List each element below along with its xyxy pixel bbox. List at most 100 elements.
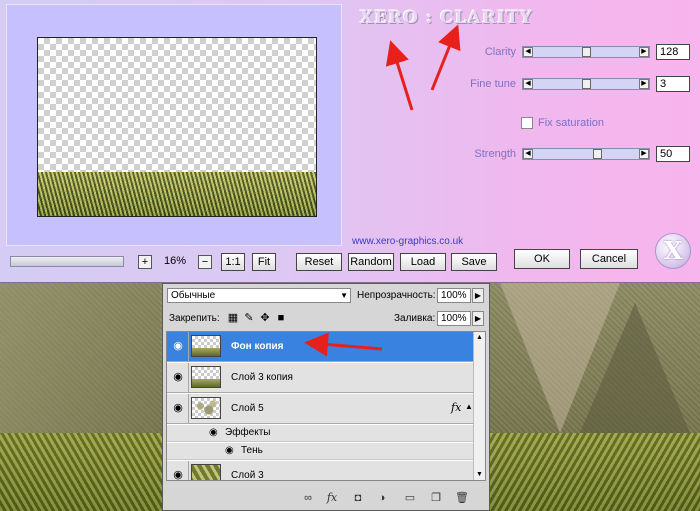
shadow-effect-label: Тень <box>241 445 263 456</box>
new-layer-icon[interactable]: ❐ <box>429 491 443 505</box>
clarity-value-input[interactable]: 128 <box>656 44 690 60</box>
fix-saturation-label: Fix saturation <box>538 117 605 129</box>
layer-thumbnail <box>191 397 221 419</box>
add-mask-icon[interactable]: ◘ <box>351 491 365 505</box>
layer-thumbnail <box>191 335 221 357</box>
layer-name: Фон копия <box>231 341 284 352</box>
slider-left-arrow-icon[interactable]: ◀ <box>523 79 533 89</box>
preview-floor-texture <box>38 172 316 216</box>
fine-tune-value-input[interactable]: 3 <box>656 76 690 92</box>
website-link[interactable]: www.xero-graphics.co.uk <box>352 236 463 247</box>
layer-name: Слой 5 <box>231 403 264 414</box>
background-beam <box>580 303 690 433</box>
fix-saturation-checkbox[interactable] <box>521 117 533 129</box>
effect-row-shadow[interactable]: ◉ Тень <box>167 443 473 460</box>
load-button[interactable]: Load <box>400 253 446 271</box>
strength-slider-thumb[interactable] <box>593 149 603 159</box>
strength-value-input[interactable]: 50 <box>656 146 690 162</box>
plugin-title: XERO : CLARITY <box>360 8 533 28</box>
background-wall <box>0 283 160 433</box>
fine-tune-slider-thumb[interactable] <box>581 79 591 89</box>
opacity-arrow-icon[interactable]: ▶ <box>472 288 484 303</box>
preview-panel <box>6 4 342 246</box>
layer-row-background-copy[interactable]: ◉ Фон копия <box>167 332 473 362</box>
trash-icon[interactable]: 🗑 <box>455 491 469 505</box>
slider-right-arrow-icon[interactable]: ▶ <box>639 149 649 159</box>
effects-row[interactable]: ◉ Эффекты <box>167 425 473 442</box>
divider <box>188 363 189 392</box>
clarity-slider-thumb[interactable] <box>581 47 591 57</box>
clarity-label: Clarity <box>484 46 516 58</box>
save-button[interactable]: Save <box>451 253 497 271</box>
layers-panel: Обычные ▼ Непрозрачность: 100% ▶ Закрепи… <box>162 283 490 511</box>
new-group-icon[interactable]: ▭ <box>403 491 417 505</box>
eye-icon[interactable]: ◉ <box>209 426 218 440</box>
clarity-slider[interactable]: ◀ ▶ <box>522 46 650 58</box>
layer-row-layer3-copy[interactable]: ◉ Слой 3 копия <box>167 363 473 393</box>
layer-row-layer3[interactable]: ◉ Слой 3 <box>167 461 473 481</box>
thumbnail-floor <box>192 379 220 387</box>
eye-icon[interactable]: ◉ <box>225 444 234 458</box>
thumbnail-scatter <box>192 398 220 418</box>
slider-left-arrow-icon[interactable]: ◀ <box>523 149 533 159</box>
zoom-value: 16% <box>163 255 187 267</box>
preview-image[interactable] <box>37 37 317 217</box>
divider <box>188 394 189 423</box>
divider <box>188 461 189 480</box>
slider-right-arrow-icon[interactable]: ▶ <box>639 79 649 89</box>
add-style-icon[interactable]: fx <box>325 491 339 505</box>
fx-icon[interactable]: fx <box>451 401 461 414</box>
ok-button[interactable]: OK <box>514 249 570 269</box>
eye-icon[interactable]: ◉ <box>171 372 185 383</box>
strength-label: Strength <box>474 148 516 160</box>
expand-effects-icon[interactable]: ▲ <box>465 402 473 411</box>
slider-right-arrow-icon[interactable]: ▶ <box>639 47 649 57</box>
background-floor <box>0 433 170 511</box>
cancel-button[interactable]: Cancel <box>580 249 638 269</box>
layer-row-layer5[interactable]: ◉ Слой 5 fx ▲ <box>167 394 473 424</box>
fill-input[interactable]: 100% <box>437 311 471 326</box>
background-floor <box>490 433 700 511</box>
zoom-out-button[interactable]: − <box>198 255 212 269</box>
fill-label: Заливка: <box>394 313 436 324</box>
divider <box>188 332 189 361</box>
scroll-down-icon[interactable]: ▼ <box>476 471 483 478</box>
chevron-down-icon[interactable]: ▼ <box>340 289 348 302</box>
layer-thumbnail <box>191 366 221 388</box>
eye-icon[interactable]: ◉ <box>171 341 185 352</box>
fine-tune-slider[interactable]: ◀ ▶ <box>522 78 650 90</box>
lock-transparency-icon[interactable]: ▦ <box>227 312 239 324</box>
blend-mode-select[interactable]: Обычные ▼ <box>167 288 351 303</box>
adjustment-layer-icon[interactable]: ◑ <box>375 491 389 505</box>
xero-clarity-dialog: + 16% − 1:1 Fit Reset Random Load Save O… <box>0 0 700 283</box>
blend-mode-value: Обычные <box>171 290 216 301</box>
lock-all-icon[interactable]: ■ <box>275 312 287 324</box>
lock-brush-icon[interactable]: ✎ <box>243 312 255 324</box>
zoom-fit-button[interactable]: Fit <box>252 253 276 271</box>
slider-left-arrow-icon[interactable]: ◀ <box>523 47 533 57</box>
random-button[interactable]: Random <box>348 253 394 271</box>
link-layers-icon[interactable]: ∞ <box>301 491 315 505</box>
thumbnail-floor <box>192 348 220 356</box>
layers-list: ◉ Фон копия ◉ Слой 3 копия ◉ Слой 5 fx ▲… <box>166 331 486 481</box>
layers-scrollbar[interactable]: ▲ ▼ <box>473 332 485 480</box>
eye-icon[interactable]: ◉ <box>171 403 185 414</box>
layer-name: Слой 3 копия <box>231 372 293 383</box>
fill-arrow-icon[interactable]: ▶ <box>472 311 484 326</box>
scroll-up-icon[interactable]: ▲ <box>476 334 483 341</box>
layer-thumbnail <box>191 464 221 480</box>
lock-label: Закрепить: <box>169 313 220 324</box>
lock-move-icon[interactable]: ✥ <box>259 312 271 324</box>
zoom-actual-size-button[interactable]: 1:1 <box>221 253 245 271</box>
xero-logo-icon: X <box>655 233 691 269</box>
zoom-in-button[interactable]: + <box>138 255 152 269</box>
effects-label: Эффекты <box>225 427 271 438</box>
thumbnail-stripes <box>192 465 220 480</box>
preview-scrollbar[interactable] <box>10 256 124 267</box>
reset-button[interactable]: Reset <box>296 253 342 271</box>
layer-name: Слой 3 <box>231 470 264 481</box>
fine-tune-label: Fine tune <box>470 78 516 90</box>
eye-icon[interactable]: ◉ <box>171 470 185 481</box>
strength-slider[interactable]: ◀ ▶ <box>522 148 650 160</box>
opacity-input[interactable]: 100% <box>437 288 471 303</box>
